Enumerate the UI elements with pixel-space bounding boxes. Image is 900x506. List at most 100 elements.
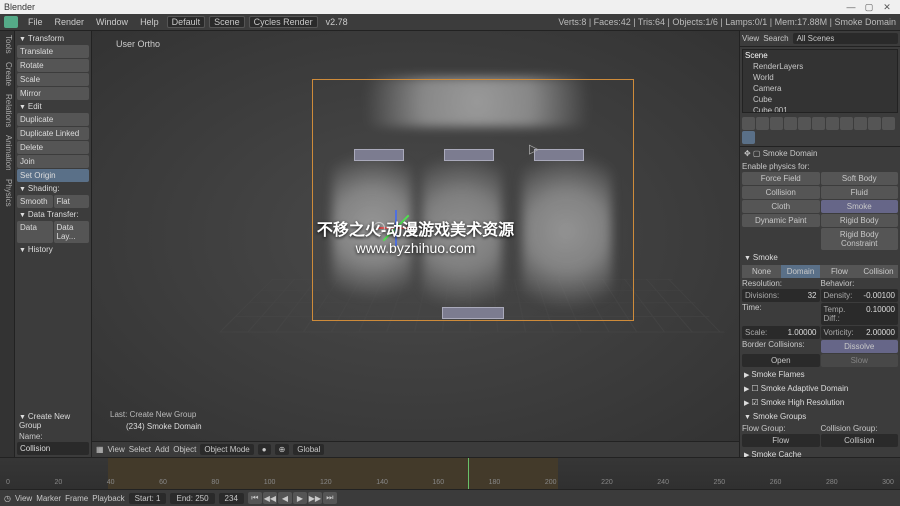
tab-tools[interactable]: Tools — [0, 31, 14, 58]
shade-smooth-button[interactable]: Smooth — [17, 195, 53, 208]
prev-keyframe-button[interactable]: ◀◀ — [263, 492, 277, 504]
outliner-menu-view[interactable]: View — [742, 34, 759, 43]
vp-menu-add[interactable]: Add — [155, 445, 169, 454]
duplicate-linked-button[interactable]: Duplicate Linked — [17, 127, 89, 140]
border-collisions-field[interactable]: Open — [742, 354, 820, 367]
prop-tab-modifiers-icon[interactable] — [826, 117, 839, 130]
prop-tab-particles-icon[interactable] — [882, 117, 895, 130]
start-frame-field[interactable]: Start: 1 — [129, 493, 167, 504]
mode-selector[interactable]: Object Mode — [200, 444, 253, 455]
tab-create[interactable]: Create — [0, 58, 14, 90]
next-keyframe-button[interactable]: ▶▶ — [308, 492, 322, 504]
shade-flat-button[interactable]: Flat — [54, 195, 90, 208]
tl-menu-frame[interactable]: Frame — [65, 494, 88, 503]
jump-start-button[interactable]: ⏮ — [248, 492, 262, 504]
create-group-header[interactable]: Create New Group — [17, 411, 89, 431]
soft-body-toggle[interactable]: Soft Body — [821, 172, 899, 185]
smoke-toggle[interactable]: Smoke — [821, 200, 899, 213]
layout-selector[interactable]: Default — [167, 16, 206, 28]
vp-menu-object[interactable]: Object — [173, 445, 196, 454]
duplicate-button[interactable]: Duplicate — [17, 113, 89, 126]
tab-physics[interactable]: Physics — [0, 175, 14, 211]
outliner-menu-search[interactable]: Search — [763, 34, 788, 43]
prop-tab-layers-icon[interactable] — [756, 117, 769, 130]
outliner-item[interactable]: RenderLayers — [743, 61, 897, 72]
menu-help[interactable]: Help — [134, 17, 165, 27]
edit-header[interactable]: Edit — [17, 101, 89, 112]
prop-tab-texture-icon[interactable] — [868, 117, 881, 130]
cloth-toggle[interactable]: Cloth — [742, 200, 820, 213]
smoke-type-flow[interactable]: Flow — [820, 265, 859, 278]
density-field[interactable]: Density:-0.00100 — [821, 289, 899, 302]
window-maximize-button[interactable]: ▢ — [860, 2, 878, 13]
tab-animation[interactable]: Animation — [0, 131, 14, 175]
smoke-flames-header[interactable]: Smoke Flames — [742, 368, 898, 381]
flow-group-field[interactable]: Flow — [742, 434, 820, 447]
smoke-groups-header[interactable]: Smoke Groups — [742, 410, 898, 423]
orientation-selector[interactable]: Global — [293, 444, 324, 455]
prop-tab-world-icon[interactable] — [784, 117, 797, 130]
pivot-selector[interactable]: ⊕ — [275, 444, 290, 455]
rigid-constraint-toggle[interactable]: Rigid Body Constraint — [821, 228, 899, 250]
smoke-type-collision[interactable]: Collision — [859, 265, 898, 278]
transform-header[interactable]: Transform — [17, 33, 89, 44]
group-name-field[interactable]: Collision — [17, 442, 89, 455]
vp-menu-select[interactable]: Select — [129, 445, 151, 454]
fluid-toggle[interactable]: Fluid — [821, 186, 899, 199]
vp-menu-view[interactable]: View — [108, 445, 125, 454]
tab-relations[interactable]: Relations — [0, 90, 14, 131]
menu-render[interactable]: Render — [49, 17, 91, 27]
window-minimize-button[interactable]: — — [842, 2, 860, 12]
outliner-filter[interactable]: All Scenes — [793, 33, 898, 44]
scale-field[interactable]: Scale:1.00000 — [742, 326, 820, 339]
menu-window[interactable]: Window — [90, 17, 134, 27]
slow-toggle[interactable]: Slow — [821, 354, 899, 367]
smoke-section-header[interactable]: Smoke — [742, 251, 898, 264]
editor-type-icon[interactable]: ▦ — [96, 445, 104, 454]
viewport-shading[interactable]: ● — [258, 444, 271, 455]
data-layout-button[interactable]: Data Lay... — [54, 221, 90, 243]
translate-button[interactable]: Translate — [17, 45, 89, 58]
prop-tab-render-icon[interactable] — [742, 117, 755, 130]
join-button[interactable]: Join — [17, 155, 89, 168]
viewport-3d[interactable]: User Ortho ▷ — [92, 31, 739, 441]
force-field-toggle[interactable]: Force Field — [742, 172, 820, 185]
rotate-button[interactable]: Rotate — [17, 59, 89, 72]
prop-tab-data-icon[interactable] — [840, 117, 853, 130]
tl-menu-playback[interactable]: Playback — [92, 494, 124, 503]
scale-button[interactable]: Scale — [17, 73, 89, 86]
mirror-button[interactable]: Mirror — [17, 87, 89, 100]
play-reverse-button[interactable]: ◀ — [278, 492, 292, 504]
prop-tab-material-icon[interactable] — [854, 117, 867, 130]
jump-end-button[interactable]: ⏭ — [323, 492, 337, 504]
collision-group-field[interactable]: Collision — [821, 434, 899, 447]
prop-tab-object-icon[interactable] — [798, 117, 811, 130]
delete-button[interactable]: Delete — [17, 141, 89, 154]
history-header[interactable]: History — [17, 244, 89, 255]
temp-diff-field[interactable]: Temp. Diff.:0.10000 — [821, 303, 899, 325]
smoke-adaptive-header[interactable]: ☐ Smoke Adaptive Domain — [742, 382, 898, 395]
vorticity-field[interactable]: Vorticity:2.00000 — [821, 326, 899, 339]
prop-tab-scene-icon[interactable] — [770, 117, 783, 130]
smoke-cache-header[interactable]: Smoke Cache — [742, 448, 898, 457]
outliner-item[interactable]: Camera — [743, 83, 897, 94]
smoke-hires-header[interactable]: ☑ Smoke High Resolution — [742, 396, 898, 409]
dynamic-paint-toggle[interactable]: Dynamic Paint — [742, 214, 820, 227]
prop-tab-physics-icon[interactable] — [742, 131, 755, 144]
play-button[interactable]: ▶ — [293, 492, 307, 504]
data-button[interactable]: Data — [17, 221, 53, 243]
smoke-type-domain[interactable]: Domain — [781, 265, 820, 278]
dissolve-toggle[interactable]: Dissolve — [821, 340, 899, 353]
tl-menu-marker[interactable]: Marker — [36, 494, 61, 503]
outliner[interactable]: Scene RenderLayers World Camera Cube Cub… — [742, 49, 898, 113]
outliner-item[interactable]: Cube — [743, 94, 897, 105]
end-frame-field[interactable]: End: 250 — [170, 493, 214, 504]
outliner-scene[interactable]: Scene — [743, 50, 897, 61]
timeline-editor-icon[interactable]: ◷ — [4, 494, 11, 503]
datablock-name[interactable]: ✥ ▢ Smoke Domain — [740, 147, 900, 160]
scene-selector[interactable]: Scene — [209, 16, 245, 28]
tl-menu-view[interactable]: View — [15, 494, 32, 503]
rigid-body-toggle[interactable]: Rigid Body — [821, 214, 899, 227]
set-origin-button[interactable]: Set Origin — [17, 169, 89, 182]
smoke-type-none[interactable]: None — [742, 265, 781, 278]
